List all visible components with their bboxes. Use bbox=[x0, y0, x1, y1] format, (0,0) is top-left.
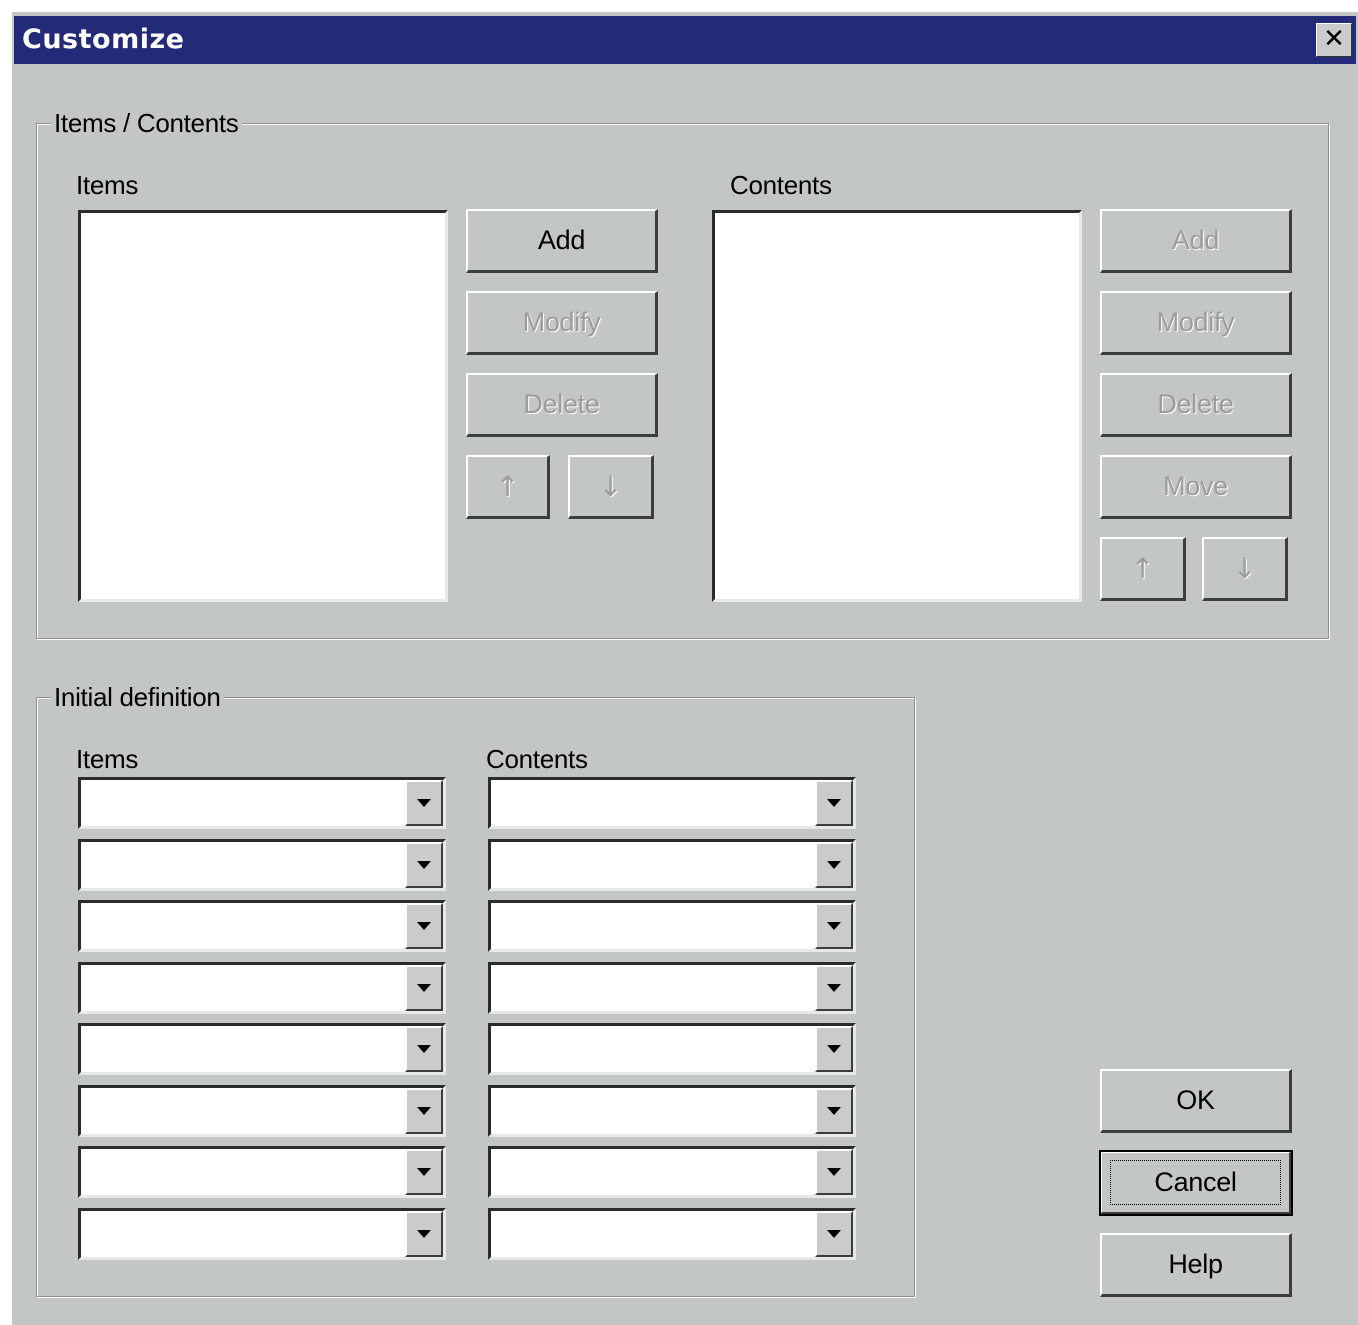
initial-contents-combo-2[interactable] bbox=[488, 838, 856, 891]
initial-items-combo-1[interactable] bbox=[78, 777, 446, 829]
contents-delete-button[interactable]: Delete bbox=[1100, 373, 1292, 437]
items-delete-button[interactable]: Delete bbox=[466, 373, 658, 437]
dropdown-arrow-icon[interactable] bbox=[405, 1210, 443, 1257]
dropdown-arrow-icon[interactable] bbox=[815, 1026, 853, 1072]
initial-contents-label: Contents bbox=[486, 744, 588, 774]
initial-contents-combo-6[interactable] bbox=[488, 1084, 856, 1137]
initial-items-combo-6[interactable] bbox=[78, 1084, 446, 1137]
items-contents-legend: Items / Contents bbox=[51, 107, 242, 139]
window-title: Customize bbox=[22, 24, 185, 55]
ok-button[interactable]: OK bbox=[1100, 1069, 1292, 1133]
initial-contents-combo-3[interactable] bbox=[488, 900, 856, 952]
initial-items-combo-5[interactable] bbox=[78, 1023, 446, 1075]
focus-rectangle bbox=[1110, 1160, 1281, 1205]
items-move-down-button[interactable]: ↓ bbox=[568, 455, 654, 519]
customize-dialog: Customize ✕ Items / Contents Items Add M… bbox=[12, 12, 1358, 1325]
contents-modify-button[interactable]: Modify bbox=[1100, 291, 1292, 355]
title-bar[interactable]: Customize ✕ bbox=[14, 16, 1356, 64]
contents-move-down-button[interactable]: ↓ bbox=[1202, 537, 1288, 601]
contents-list-label: Contents bbox=[730, 170, 832, 200]
dropdown-arrow-icon[interactable] bbox=[405, 1087, 443, 1134]
cancel-button[interactable]: Cancel bbox=[1099, 1150, 1293, 1216]
move-down-icon: ↓ bbox=[598, 470, 623, 503]
items-move-up-button[interactable]: ↑ bbox=[466, 455, 550, 519]
dropdown-arrow-icon[interactable] bbox=[815, 841, 853, 888]
items-modify-button[interactable]: Modify bbox=[466, 291, 658, 355]
initial-contents-combo-7[interactable] bbox=[488, 1146, 856, 1198]
items-list-label: Items bbox=[76, 170, 139, 200]
dropdown-arrow-icon[interactable] bbox=[405, 903, 443, 949]
dropdown-arrow-icon[interactable] bbox=[405, 1149, 443, 1195]
initial-contents-combo-1[interactable] bbox=[488, 777, 856, 829]
items-listbox[interactable] bbox=[78, 210, 448, 602]
dropdown-arrow-icon[interactable] bbox=[815, 1210, 853, 1257]
dropdown-arrow-icon[interactable] bbox=[405, 1026, 443, 1072]
contents-move-button[interactable]: Move bbox=[1100, 455, 1292, 519]
close-icon: ✕ bbox=[1323, 24, 1345, 54]
initial-contents-combo-5[interactable] bbox=[488, 1023, 856, 1075]
contents-add-button[interactable]: Add bbox=[1100, 209, 1292, 273]
dropdown-arrow-icon[interactable] bbox=[815, 1087, 853, 1134]
initial-items-combo-4[interactable] bbox=[78, 961, 446, 1014]
initial-contents-combo-4[interactable] bbox=[488, 961, 856, 1014]
move-up-icon: ↑ bbox=[1130, 552, 1155, 585]
dropdown-arrow-icon[interactable] bbox=[815, 964, 853, 1011]
initial-items-combo-7[interactable] bbox=[78, 1146, 446, 1198]
dropdown-arrow-icon[interactable] bbox=[815, 1149, 853, 1195]
move-down-icon: ↓ bbox=[1232, 552, 1257, 585]
contents-listbox[interactable] bbox=[712, 210, 1082, 602]
initial-items-label: Items bbox=[76, 744, 139, 774]
help-button[interactable]: Help bbox=[1100, 1233, 1292, 1297]
dropdown-arrow-icon[interactable] bbox=[815, 903, 853, 949]
move-up-icon: ↑ bbox=[495, 470, 520, 503]
initial-items-combo-3[interactable] bbox=[78, 900, 446, 952]
dropdown-arrow-icon[interactable] bbox=[405, 964, 443, 1011]
dropdown-arrow-icon[interactable] bbox=[405, 841, 443, 888]
initial-contents-combo-8[interactable] bbox=[488, 1207, 856, 1260]
items-add-button[interactable]: Add bbox=[466, 209, 658, 273]
contents-move-up-button[interactable]: ↑ bbox=[1100, 537, 1186, 601]
initial-items-combo-8[interactable] bbox=[78, 1207, 446, 1260]
initial-definition-legend: Initial definition bbox=[51, 681, 224, 713]
close-button[interactable]: ✕ bbox=[1316, 23, 1352, 57]
dropdown-arrow-icon[interactable] bbox=[405, 780, 443, 826]
dropdown-arrow-icon[interactable] bbox=[815, 780, 853, 826]
initial-items-combo-2[interactable] bbox=[78, 838, 446, 891]
